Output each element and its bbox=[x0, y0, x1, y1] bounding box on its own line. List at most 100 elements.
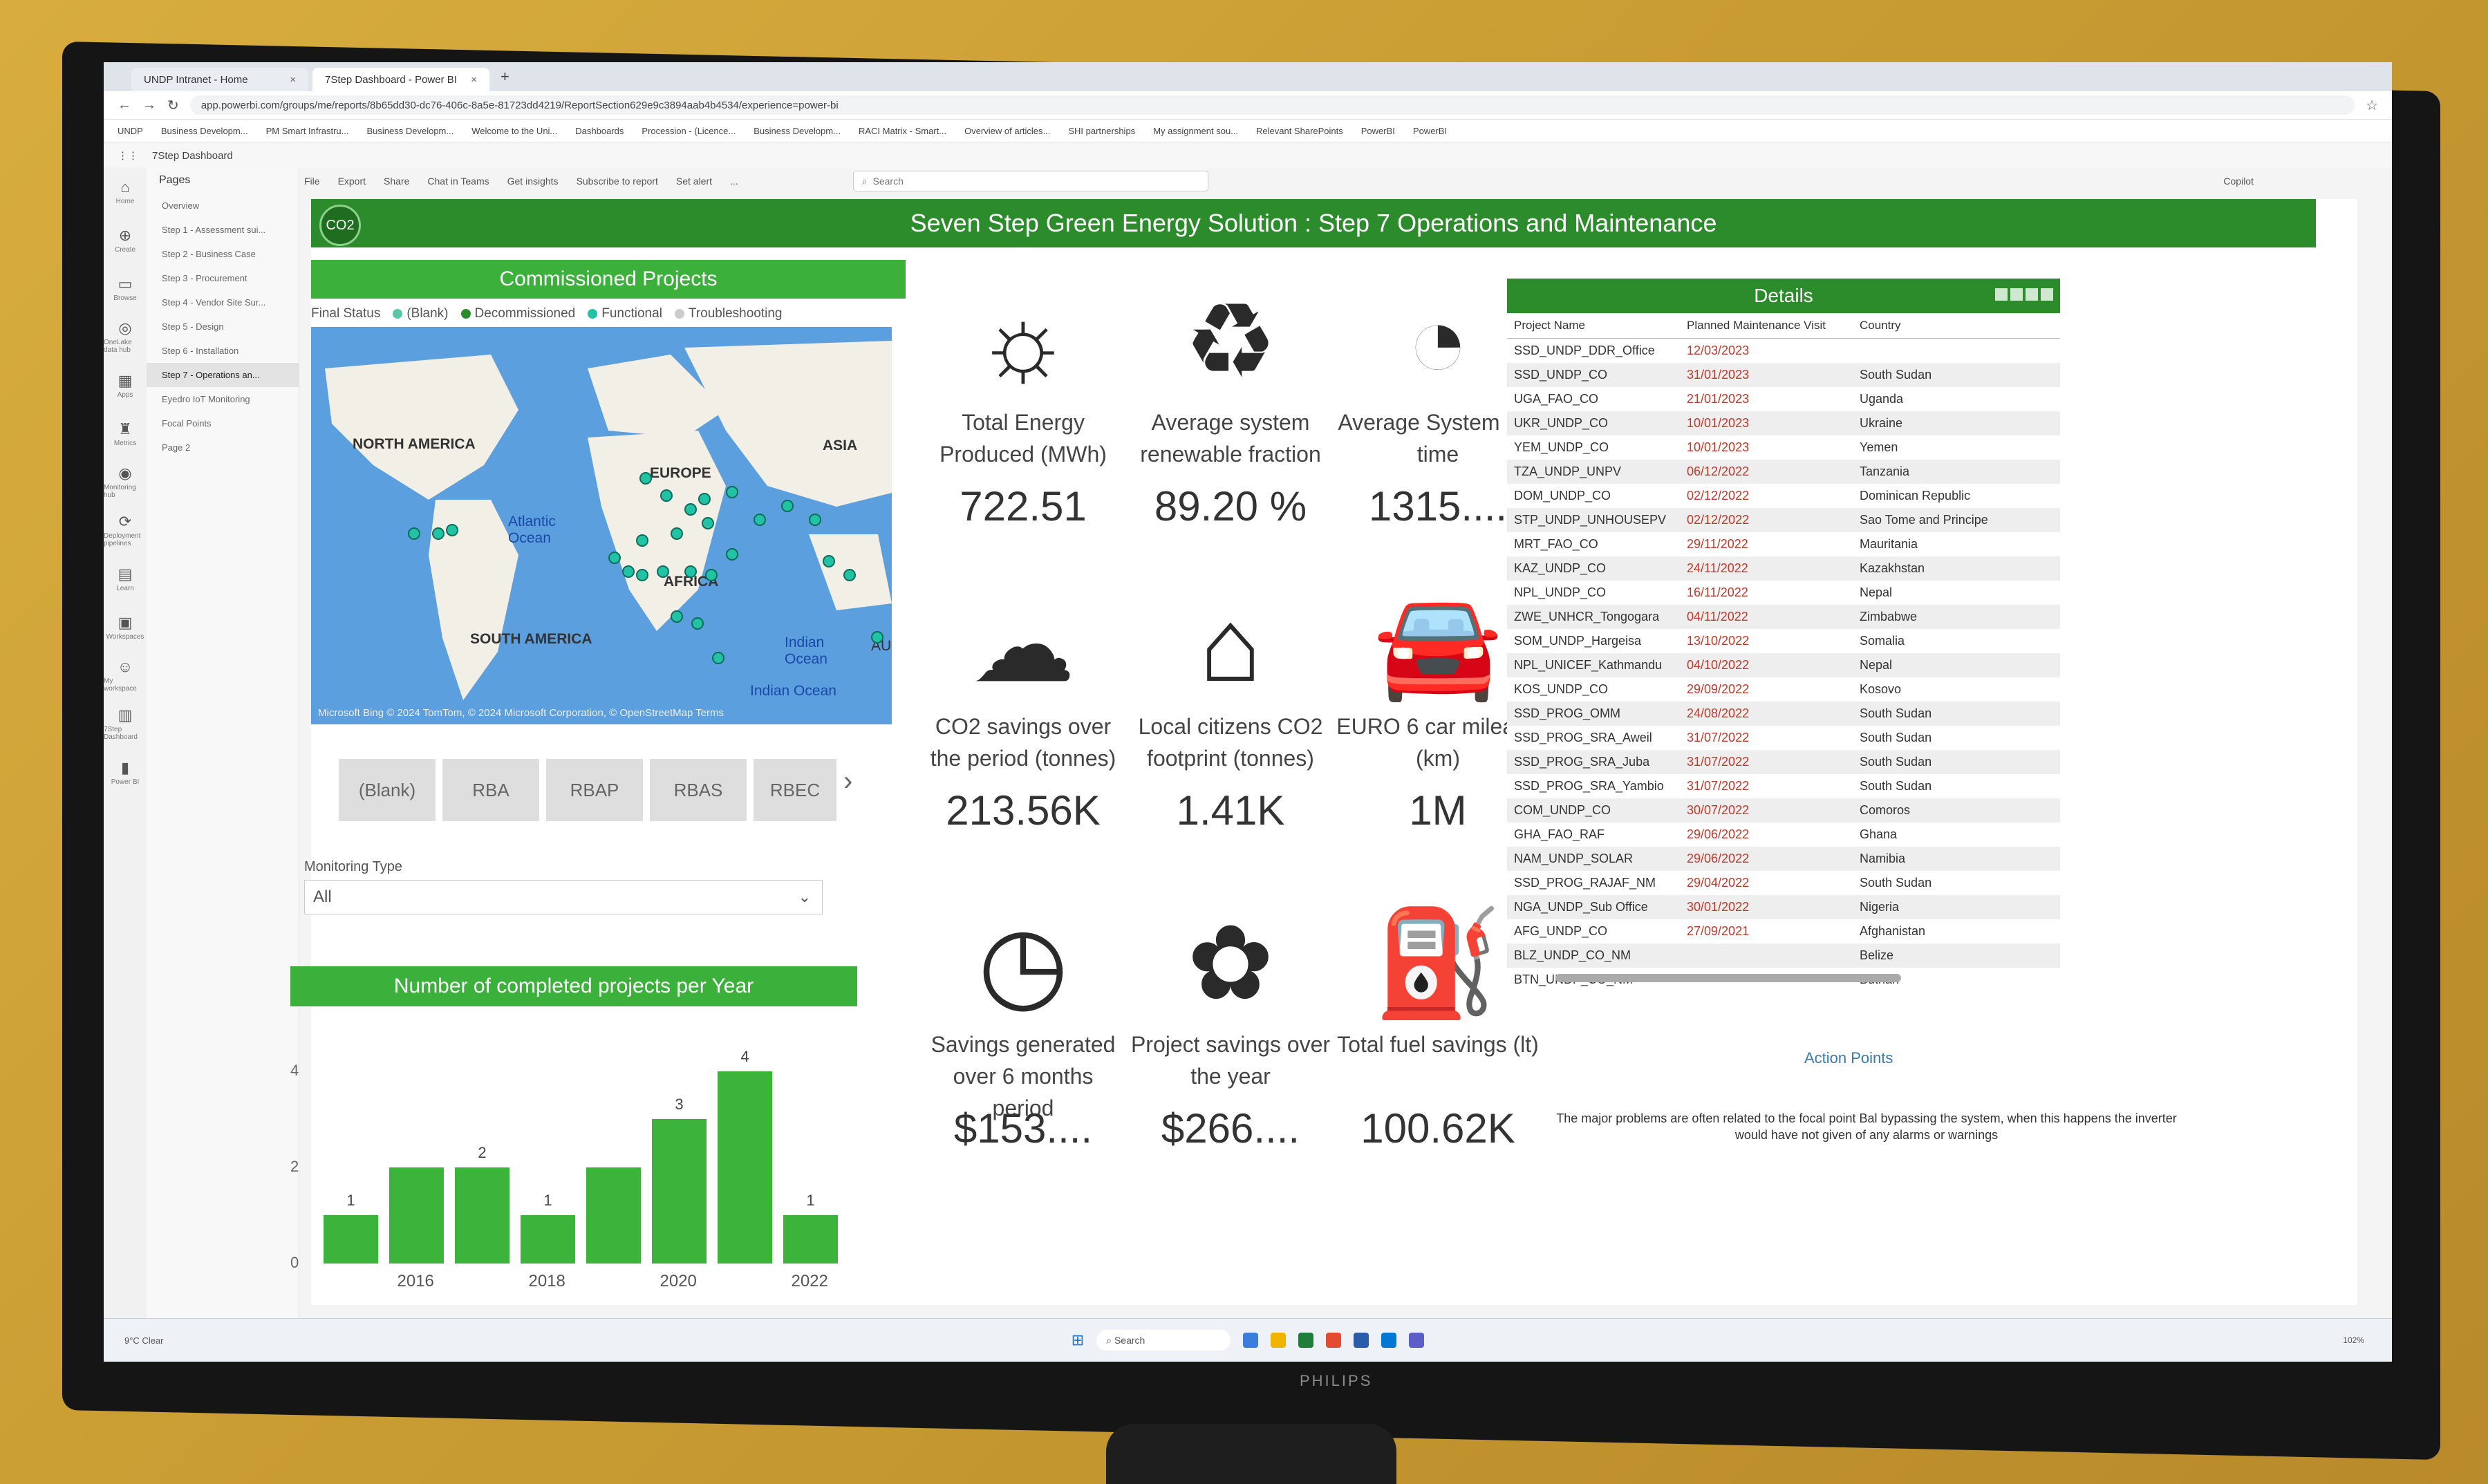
table-row[interactable]: UGA_FAO_CO 21/01/2023 Uganda bbox=[1507, 387, 2060, 411]
table-row[interactable]: STP_UNDP_UNHOUSEPV 02/12/2022 Sao Tome and… bbox=[1507, 508, 2060, 532]
rail-item-apps[interactable]: ▦ Apps bbox=[104, 361, 147, 409]
bookmark-item[interactable]: Business Developm... bbox=[754, 126, 841, 136]
table-row[interactable]: NAM_UNDP_SOLAR 29/06/2022 Namibia bbox=[1507, 847, 2060, 871]
toolbar-item[interactable]: Share bbox=[384, 176, 409, 187]
table-row[interactable]: SSD_PROG_OMM 24/08/2022 South Sudan bbox=[1507, 702, 2060, 726]
apps-grid-icon[interactable]: ⋮⋮ bbox=[118, 149, 138, 162]
map-pin[interactable] bbox=[781, 500, 794, 512]
chart-bar[interactable] bbox=[389, 1167, 444, 1264]
table-row[interactable]: SSD_PROG_RAJAF_NM 29/04/2022 South Sudan bbox=[1507, 871, 2060, 895]
bookmark-item[interactable]: Business Developm... bbox=[161, 126, 248, 136]
bookmark-item[interactable]: UNDP bbox=[118, 126, 143, 136]
back-icon[interactable]: ← bbox=[118, 97, 131, 113]
map-pin[interactable] bbox=[660, 489, 673, 502]
browser-tab-active[interactable]: 7Step Dashboard - Power BI × bbox=[312, 68, 489, 91]
rail-item-learn[interactable]: ▤ Learn bbox=[104, 554, 147, 603]
map-pin[interactable] bbox=[639, 472, 652, 485]
map-pin[interactable] bbox=[712, 652, 724, 664]
rail-item-home[interactable]: ⌂ Home bbox=[104, 167, 147, 216]
forward-icon[interactable]: → bbox=[142, 97, 156, 113]
table-row[interactable]: COM_UNDP_CO 30/07/2022 Comoros bbox=[1507, 798, 2060, 823]
page-item[interactable]: Step 7 - Operations an... bbox=[147, 363, 299, 387]
map-pin[interactable] bbox=[691, 617, 704, 630]
rail-item-browse[interactable]: ▭ Browse bbox=[104, 264, 147, 312]
bookmark-item[interactable]: Welcome to the Uni... bbox=[471, 126, 557, 136]
page-item[interactable]: Page 2 bbox=[147, 435, 299, 460]
column-header[interactable]: Country bbox=[1860, 319, 2039, 332]
chevron-right-icon[interactable]: › bbox=[843, 766, 852, 797]
bookmark-item[interactable]: PowerBI bbox=[1413, 126, 1447, 136]
table-row[interactable]: KAZ_UNDP_CO 24/11/2022 Kazakhstan bbox=[1507, 556, 2060, 581]
chart-bar[interactable] bbox=[324, 1215, 378, 1264]
map-pin[interactable] bbox=[684, 503, 697, 516]
rail-item-workspaces[interactable]: ▣ Workspaces bbox=[104, 603, 147, 651]
rail-item-7step-dashboard[interactable]: ▥ 7Step Dashboard bbox=[104, 699, 147, 748]
rail-item-power-bi[interactable]: ▮ Power BI bbox=[104, 748, 147, 796]
table-row[interactable]: DOM_UNDP_CO 02/12/2022 Dominican Republic bbox=[1507, 484, 2060, 508]
taskbar-app-icon[interactable] bbox=[1243, 1333, 1259, 1348]
toolbar-item[interactable]: ... bbox=[730, 176, 738, 187]
map-pin[interactable] bbox=[608, 552, 621, 564]
toolbar-item[interactable]: Set alert bbox=[676, 176, 712, 187]
toolbar-item[interactable]: File bbox=[304, 176, 320, 187]
table-row[interactable]: SSD_UNDP_DDR_Office 12/03/2023 bbox=[1507, 339, 2060, 363]
table-row[interactable]: SSD_PROG_SRA_Aweil 31/07/2022 South Sudan bbox=[1507, 726, 2060, 750]
map-pin[interactable] bbox=[657, 565, 669, 578]
toolbar-item[interactable]: Subscribe to report bbox=[577, 176, 658, 187]
bookmark-item[interactable]: PowerBI bbox=[1361, 126, 1395, 136]
table-row[interactable]: SOM_UNDP_Hargeisa 13/10/2022 Somalia bbox=[1507, 629, 2060, 653]
start-icon[interactable]: ⊞ bbox=[1072, 1331, 1084, 1349]
table-row[interactable]: SSD_PROG_SRA_Yambio 31/07/2022 South Sudan bbox=[1507, 774, 2060, 798]
reload-icon[interactable]: ↻ bbox=[167, 97, 179, 114]
table-row[interactable]: NPL_UNICEF_Kathmandu 04/10/2022 Nepal bbox=[1507, 653, 2060, 677]
map-pin[interactable] bbox=[726, 548, 738, 561]
bookmark-item[interactable]: RACI Matrix - Smart... bbox=[859, 126, 946, 136]
rail-item-metrics[interactable]: ♜ Metrics bbox=[104, 409, 147, 458]
bookmark-item[interactable]: Dashboards bbox=[575, 126, 624, 136]
bookmark-item[interactable]: SHI partnerships bbox=[1068, 126, 1135, 136]
page-item[interactable]: Step 1 - Assessment sui... bbox=[147, 218, 299, 242]
map-pin[interactable] bbox=[726, 486, 738, 498]
chart-bar[interactable] bbox=[652, 1119, 707, 1264]
rail-item-create[interactable]: ⊕ Create bbox=[104, 216, 147, 264]
map-pin[interactable] bbox=[823, 555, 835, 567]
url-field[interactable]: app.powerbi.com/groups/me/reports/8b65dd… bbox=[189, 95, 2355, 115]
map-pin[interactable] bbox=[636, 569, 648, 581]
chart-bar[interactable] bbox=[783, 1215, 838, 1264]
table-row[interactable]: NPL_UNDP_CO 16/11/2022 Nepal bbox=[1507, 581, 2060, 605]
table-row[interactable]: MRT_FAO_CO 29/11/2022 Mauritania bbox=[1507, 532, 2060, 556]
rail-item-deployment-pipelines[interactable]: ⟳ Deployment pipelines bbox=[104, 506, 147, 554]
page-item[interactable]: Step 2 - Business Case bbox=[147, 242, 299, 266]
table-row[interactable]: SSD_UNDP_CO 31/01/2023 South Sudan bbox=[1507, 363, 2060, 387]
visual-controls[interactable] bbox=[1995, 288, 2053, 301]
chart-bar[interactable] bbox=[455, 1167, 509, 1264]
bookmark-item[interactable]: PM Smart Infrastru... bbox=[266, 126, 349, 136]
table-row[interactable]: ZWE_UNHCR_Tongogara 04/11/2022 Zimbabwe bbox=[1507, 605, 2060, 629]
map-pin[interactable] bbox=[809, 514, 821, 526]
chart-bar[interactable] bbox=[521, 1215, 575, 1264]
toolbar-item[interactable]: Get insights bbox=[507, 176, 559, 187]
slicer-button-rbas[interactable]: RBAS bbox=[650, 759, 747, 821]
map-pin[interactable] bbox=[684, 565, 697, 578]
table-row[interactable]: TZA_UNDP_UNPV 06/12/2022 Tanzania bbox=[1507, 460, 2060, 484]
map-pin[interactable] bbox=[843, 569, 856, 581]
map-pin[interactable] bbox=[432, 527, 445, 540]
word-icon[interactable] bbox=[1354, 1333, 1369, 1348]
slicer-button-rba[interactable]: RBA bbox=[442, 759, 539, 821]
horizontal-scrollbar[interactable] bbox=[1555, 974, 1901, 982]
star-icon[interactable]: ☆ bbox=[2366, 97, 2378, 114]
map-pin[interactable] bbox=[705, 569, 718, 581]
column-header[interactable]: Project Name bbox=[1514, 319, 1687, 332]
slicer-button-blank[interactable]: (Blank) bbox=[339, 759, 436, 821]
legend-item[interactable]: Functional bbox=[588, 306, 662, 321]
map-pin[interactable] bbox=[698, 493, 711, 505]
table-row[interactable]: AFG_UNDP_CO 27/09/2021 Afghanistan bbox=[1507, 919, 2060, 943]
bookmark-item[interactable]: Relevant SharePoints bbox=[1256, 126, 1343, 136]
close-icon[interactable]: × bbox=[471, 74, 477, 86]
legend-item[interactable]: (Blank) bbox=[393, 306, 449, 321]
table-row[interactable]: GHA_FAO_RAF 29/06/2022 Ghana bbox=[1507, 823, 2060, 847]
table-row[interactable]: NGA_UNDP_Sub Office 30/01/2022 Nigeria bbox=[1507, 895, 2060, 919]
chrome-icon[interactable] bbox=[1326, 1333, 1342, 1348]
bookmark-item[interactable]: Business Developm... bbox=[367, 126, 454, 136]
weather-widget[interactable]: 9°C Clear bbox=[124, 1335, 164, 1346]
